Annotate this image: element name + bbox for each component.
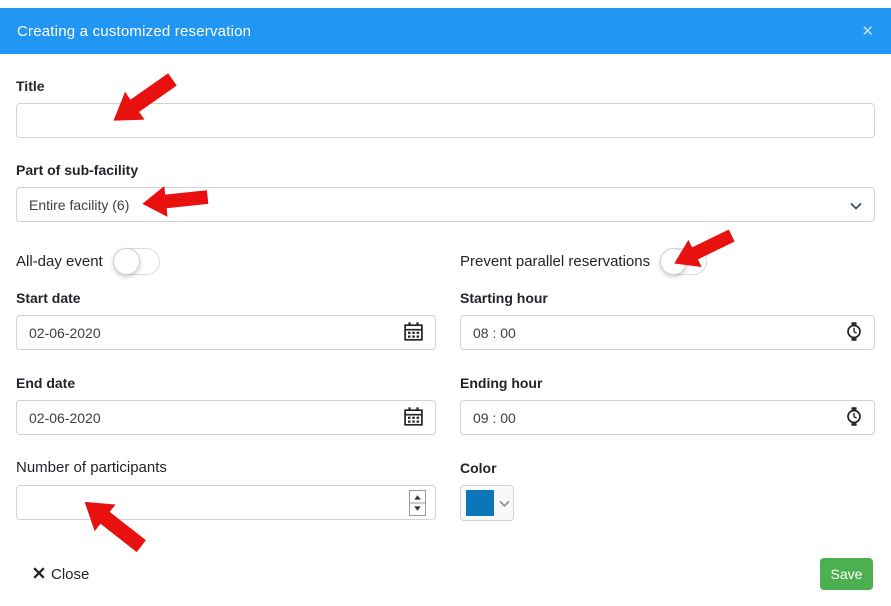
modal-body: Title Part of sub-facility Entire facili…: [0, 78, 891, 521]
calendar-icon: [404, 322, 423, 344]
participants-label: Number of participants: [16, 460, 436, 476]
title-label: Title: [16, 78, 875, 94]
starting-hour-label: Starting hour: [460, 290, 875, 306]
starting-hour-value: 08 : 00: [473, 325, 846, 341]
number-spinner[interactable]: [409, 490, 426, 516]
end-date-value: 02-06-2020: [29, 410, 404, 426]
prevent-parallel-toggle[interactable]: [660, 248, 707, 275]
sub-facility-select[interactable]: Entire facility (6): [16, 187, 875, 222]
close-button-label: Close: [51, 566, 89, 583]
modal-header: Creating a customized reservation ✕: [0, 8, 891, 54]
sub-facility-label: Part of sub-facility: [16, 162, 875, 178]
clock-icon: [846, 407, 862, 429]
close-button[interactable]: Close: [33, 566, 89, 583]
end-date-label: End date: [16, 375, 436, 391]
starting-hour-input[interactable]: 08 : 00: [460, 315, 875, 350]
clock-icon: [846, 322, 862, 344]
close-x-icon: [33, 566, 45, 583]
chevron-down-icon: [850, 197, 862, 213]
close-icon[interactable]: ✕: [861, 24, 874, 39]
participants-input[interactable]: [16, 485, 436, 520]
color-label: Color: [460, 460, 875, 476]
start-date-input[interactable]: 02-06-2020: [16, 315, 436, 350]
modal-title: Creating a customized reservation: [17, 23, 251, 40]
chevron-down-icon: [499, 494, 510, 512]
start-date-value: 02-06-2020: [29, 325, 404, 341]
page-margin: [0, 0, 891, 8]
sub-facility-selected-option: Entire facility (6): [29, 197, 850, 213]
start-date-label: Start date: [16, 290, 436, 306]
title-input[interactable]: [16, 103, 875, 138]
end-date-input[interactable]: 02-06-2020: [16, 400, 436, 435]
ending-hour-value: 09 : 00: [473, 410, 846, 426]
save-button[interactable]: Save: [820, 558, 873, 590]
prevent-parallel-label: Prevent parallel reservations: [460, 254, 650, 270]
color-picker[interactable]: [460, 485, 514, 521]
calendar-icon: [404, 407, 423, 429]
toggle-knob: [660, 248, 687, 275]
all-day-toggle[interactable]: [113, 248, 160, 275]
ending-hour-label: Ending hour: [460, 375, 875, 391]
ending-hour-input[interactable]: 09 : 00: [460, 400, 875, 435]
all-day-label: All-day event: [16, 254, 103, 270]
color-swatch: [466, 490, 494, 516]
toggle-knob: [113, 248, 140, 275]
